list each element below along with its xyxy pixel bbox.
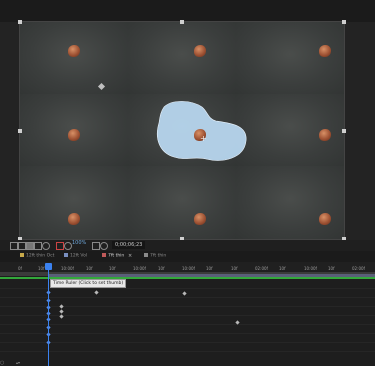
tooltip: Time Ruler (Click to set thumb) <box>50 279 127 288</box>
tab-comp-2[interactable]: 12ft Vol <box>64 253 87 259</box>
comp-tile <box>236 166 344 239</box>
track-divider <box>0 288 375 289</box>
ruler-tick: 10f <box>158 266 165 271</box>
tab-label: 7ft thin <box>108 253 125 259</box>
tab-label: 7ft thin <box>150 253 167 259</box>
comp-tile <box>128 166 236 239</box>
track-divider <box>0 306 375 307</box>
tab-comp-1[interactable]: 12ft thin Oct <box>20 253 54 259</box>
close-icon[interactable]: × <box>128 253 132 259</box>
ruler-tick: 10f <box>38 266 45 271</box>
region-icon[interactable] <box>42 242 50 250</box>
snapshot-icon[interactable] <box>92 242 100 250</box>
track-divider <box>0 333 375 334</box>
zoom-slider-icon[interactable]: ▴▾ <box>16 360 20 365</box>
playhead-line[interactable] <box>48 266 49 366</box>
transform-handle[interactable] <box>18 129 22 133</box>
comp-tile <box>236 22 344 95</box>
track-divider <box>0 351 375 352</box>
tab-label: 12ft Vol <box>70 253 88 259</box>
tiled-object <box>194 213 206 225</box>
transform-handle[interactable] <box>180 20 184 24</box>
track-divider <box>0 324 375 325</box>
top-bar <box>0 0 375 23</box>
ruler-tick: 10f <box>328 266 335 271</box>
comp-tile <box>128 22 236 95</box>
ruler-tick: 02:00f <box>352 266 365 271</box>
ruler-tick: 10:00f <box>61 266 74 271</box>
tiled-object <box>68 129 80 141</box>
track-divider <box>0 315 375 316</box>
playhead-handle[interactable] <box>45 263 52 270</box>
transform-handle[interactable] <box>342 20 346 24</box>
toggle-switches-icon[interactable]: ○ <box>0 360 4 366</box>
comp-tile <box>20 22 128 95</box>
current-time-display[interactable]: 0;00;06;23 <box>112 241 146 249</box>
color-picker-icon[interactable] <box>56 242 64 250</box>
anchor-point-icon[interactable]: + <box>200 134 207 143</box>
track-divider <box>0 297 375 298</box>
tiled-object <box>319 45 331 57</box>
ruler-tick: 10f <box>86 266 93 271</box>
ruler-tick: 02:00f <box>255 266 268 271</box>
tab-color-swatch <box>64 253 68 257</box>
comp-tile <box>20 166 128 239</box>
layer-tracks <box>0 279 375 366</box>
track-divider <box>0 342 375 343</box>
transform-handle[interactable] <box>342 129 346 133</box>
tab-comp-4[interactable]: 7ft thin <box>144 253 166 259</box>
tab-color-swatch <box>102 253 106 257</box>
tab-color-swatch <box>144 253 148 257</box>
ruler-tick: 10f <box>206 266 213 271</box>
safe-zone-icon[interactable] <box>18 242 26 250</box>
ruler-tick: 10f <box>231 266 238 271</box>
tiled-object <box>194 45 206 57</box>
ruler-tick: 10f <box>109 266 116 271</box>
ruler-tick: 10:00f <box>133 266 146 271</box>
show-snapshot-icon[interactable] <box>100 242 108 250</box>
tab-comp-3-active[interactable]: 7ft thin <box>102 253 124 259</box>
tab-label: 12ft thin Oct <box>26 253 55 259</box>
channel-icon[interactable] <box>26 242 34 250</box>
zoom-level[interactable]: 100% <box>72 240 86 246</box>
ruler-tick: 0f <box>18 266 22 271</box>
camera-icon[interactable] <box>64 242 72 250</box>
tab-color-swatch <box>20 253 24 257</box>
transform-handle[interactable] <box>18 20 22 24</box>
ruler-tick: 10:00f <box>182 266 195 271</box>
ruler-tick: 10:00f <box>304 266 317 271</box>
tiled-object <box>68 213 80 225</box>
grid-icon[interactable] <box>10 242 18 250</box>
mask-icon[interactable] <box>34 242 42 250</box>
tiled-object <box>319 213 331 225</box>
tiled-object <box>319 129 331 141</box>
ruler-tick: 10f <box>279 266 286 271</box>
tiled-object <box>68 45 80 57</box>
